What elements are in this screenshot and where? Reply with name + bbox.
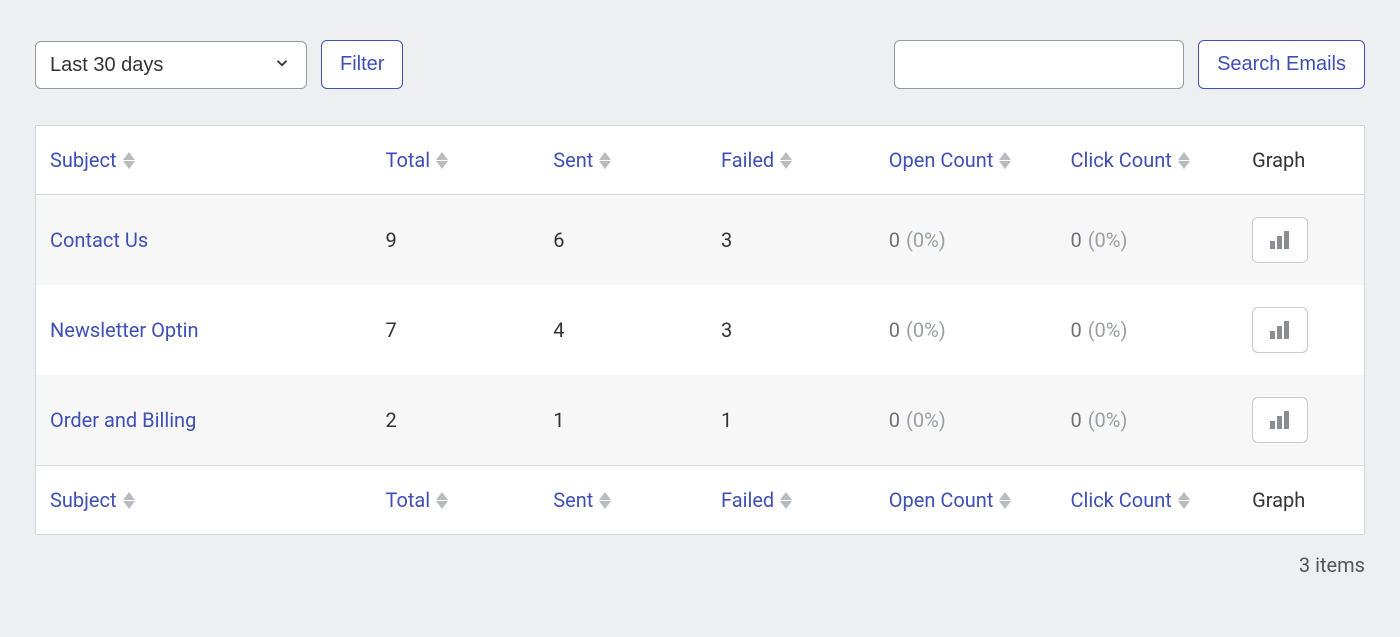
- table-row: Order and Billing 2 1 1 0(0%) 0(0%): [36, 375, 1364, 466]
- cell-click-count: 0(0%): [1056, 375, 1238, 466]
- cell-open-count: 0(0%): [875, 375, 1057, 466]
- table-footer-row: Subject Total Sent Failed Open Count Cli…: [36, 466, 1364, 535]
- column-header-subject[interactable]: Subject: [50, 148, 135, 172]
- cell-total: 7: [372, 285, 540, 375]
- filter-button[interactable]: Filter: [321, 40, 403, 89]
- bar-chart-icon: [1269, 320, 1291, 340]
- sort-icon: [1178, 492, 1190, 509]
- cell-total: 2: [372, 375, 540, 466]
- date-range-select-wrap: Last 30 days: [35, 41, 307, 89]
- column-header-open-count[interactable]: Open Count: [889, 148, 1012, 172]
- email-stats-table: Subject Total Sent Failed Open Count Cli…: [35, 125, 1365, 535]
- sort-icon: [599, 152, 611, 169]
- sort-icon: [123, 152, 135, 169]
- cell-click-count: 0(0%): [1056, 195, 1238, 286]
- graph-button[interactable]: [1252, 307, 1308, 353]
- column-footer-open-count[interactable]: Open Count: [889, 488, 1012, 512]
- column-footer-graph: Graph: [1238, 466, 1364, 535]
- toolbar: Last 30 days Filter Search Emails: [35, 40, 1365, 89]
- cell-open-count: 0(0%): [875, 285, 1057, 375]
- cell-failed: 3: [707, 195, 875, 286]
- graph-button[interactable]: [1252, 397, 1308, 443]
- cell-failed: 3: [707, 285, 875, 375]
- sort-icon: [780, 152, 792, 169]
- search-emails-button[interactable]: Search Emails: [1198, 40, 1365, 89]
- cell-click-count: 0(0%): [1056, 285, 1238, 375]
- column-header-graph: Graph: [1238, 126, 1364, 195]
- date-range-select[interactable]: Last 30 days: [35, 41, 307, 89]
- bar-chart-icon: [1269, 230, 1291, 250]
- table-header-row: Subject Total Sent Failed Open Count Cli…: [36, 126, 1364, 195]
- search-input[interactable]: [894, 40, 1184, 89]
- subject-link[interactable]: Newsletter Optin: [50, 318, 199, 342]
- subject-link[interactable]: Order and Billing: [50, 408, 196, 432]
- sort-icon: [436, 152, 448, 169]
- column-footer-click-count[interactable]: Click Count: [1070, 488, 1189, 512]
- column-footer-failed[interactable]: Failed: [721, 488, 792, 512]
- bar-chart-icon: [1269, 410, 1291, 430]
- column-footer-total[interactable]: Total: [386, 488, 449, 512]
- sort-icon: [123, 492, 135, 509]
- column-header-failed[interactable]: Failed: [721, 148, 792, 172]
- cell-failed: 1: [707, 375, 875, 466]
- sort-icon: [599, 492, 611, 509]
- subject-link[interactable]: Contact Us: [50, 228, 148, 252]
- column-footer-subject[interactable]: Subject: [50, 488, 135, 512]
- cell-sent: 4: [539, 285, 707, 375]
- items-count: 3 items: [35, 553, 1365, 577]
- cell-total: 9: [372, 195, 540, 286]
- sort-icon: [436, 492, 448, 509]
- cell-sent: 1: [539, 375, 707, 466]
- column-header-sent[interactable]: Sent: [553, 148, 611, 172]
- graph-button[interactable]: [1252, 217, 1308, 263]
- table-body: Contact Us 9 6 3 0(0%) 0(0%) Newsletter …: [36, 195, 1364, 466]
- column-footer-sent[interactable]: Sent: [553, 488, 611, 512]
- sort-icon: [1178, 152, 1190, 169]
- sort-icon: [999, 492, 1011, 509]
- table-row: Contact Us 9 6 3 0(0%) 0(0%): [36, 195, 1364, 286]
- table-row: Newsletter Optin 7 4 3 0(0%) 0(0%): [36, 285, 1364, 375]
- sort-icon: [999, 152, 1011, 169]
- column-header-click-count[interactable]: Click Count: [1070, 148, 1189, 172]
- sort-icon: [780, 492, 792, 509]
- cell-sent: 6: [539, 195, 707, 286]
- cell-open-count: 0(0%): [875, 195, 1057, 286]
- column-header-total[interactable]: Total: [386, 148, 449, 172]
